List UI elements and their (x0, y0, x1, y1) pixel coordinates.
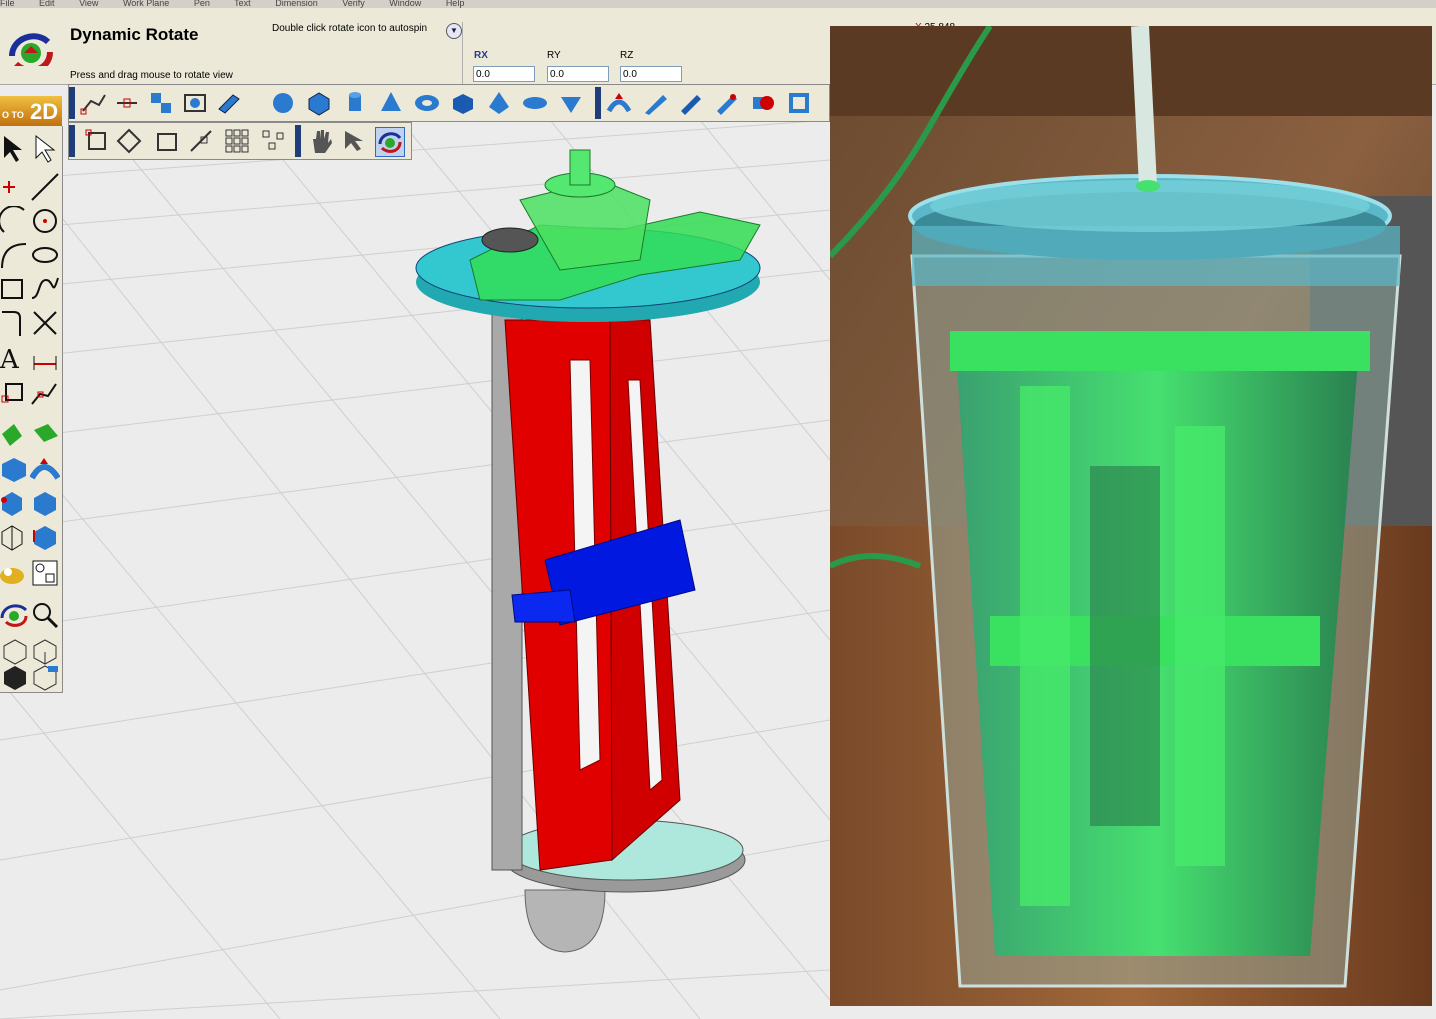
rx-input[interactable] (473, 66, 535, 82)
menu-edit[interactable]: Edit (39, 0, 55, 8)
select-arrow-icon[interactable] (30, 134, 60, 164)
rectangle-icon[interactable] (153, 127, 181, 155)
menu-text[interactable]: Text (234, 0, 251, 8)
pan-hand-icon[interactable] (307, 127, 335, 155)
rz-label: RZ (620, 50, 634, 61)
sphere-icon[interactable] (269, 89, 297, 117)
menu-file[interactable]: File (0, 0, 15, 8)
divider (462, 22, 463, 86)
toolbar-separator (295, 125, 301, 157)
cad-viewport[interactable] (0, 120, 830, 1019)
toolbar-grip[interactable] (69, 87, 75, 119)
bar-icon[interactable] (677, 89, 705, 117)
view-icon[interactable] (30, 558, 60, 588)
scatter-icon[interactable] (259, 127, 287, 155)
ry-label: RY (547, 50, 561, 61)
loft-icon[interactable] (605, 89, 633, 117)
cad-scene (0, 120, 830, 1019)
zoom-icon[interactable] (30, 600, 60, 630)
box-icon[interactable] (305, 89, 333, 117)
screen-icon[interactable] (181, 89, 209, 117)
left-toolbox: A (0, 126, 63, 693)
pyramid-icon[interactable] (485, 89, 513, 117)
rx-label: RX (474, 50, 488, 61)
menu-dimension[interactable]: Dimension (275, 0, 318, 8)
cube-icon[interactable] (0, 488, 30, 518)
move-view-icon[interactable] (341, 127, 369, 155)
menu-window[interactable]: Window (389, 0, 421, 8)
sweep-icon[interactable] (641, 89, 669, 117)
point-icon[interactable] (0, 172, 30, 202)
dimension-icon[interactable] (30, 342, 60, 372)
rectangle-icon[interactable] (0, 274, 30, 304)
box-select-icon[interactable] (0, 378, 30, 408)
ellipsoid-icon[interactable] (521, 89, 549, 117)
wireframe-icon[interactable] (0, 522, 30, 552)
ry-input[interactable] (547, 66, 609, 82)
snap-midpoint-icon[interactable] (113, 89, 141, 117)
select-box-icon[interactable] (83, 127, 111, 155)
section-icon[interactable] (30, 522, 60, 552)
circle-icon[interactable] (30, 206, 60, 236)
iso-view-alt-icon[interactable] (30, 636, 60, 666)
shade-icon[interactable] (0, 664, 30, 694)
text-icon[interactable]: A (0, 342, 30, 372)
rotate-shape-icon[interactable] (115, 127, 143, 155)
ellipse-icon[interactable] (30, 240, 60, 270)
menu-verify[interactable]: Verify (342, 0, 365, 8)
menu-pen[interactable]: Pen (194, 0, 210, 8)
dynamic-rotate-icon[interactable] (375, 127, 405, 157)
block-icon[interactable] (449, 89, 477, 117)
menu-work-plane[interactable]: Work Plane (123, 0, 169, 8)
menu-bar: File Edit View Work Plane Pen Text Dimen… (0, 0, 1436, 8)
arc-icon[interactable] (0, 206, 30, 236)
chamfer-icon[interactable] (713, 89, 741, 117)
modeling-toolbar (68, 84, 830, 122)
pattern-icon[interactable] (187, 127, 215, 155)
edit-solid-icon[interactable] (30, 488, 60, 518)
dynamic-rotate-logo-icon (6, 33, 56, 78)
view-toolbar (68, 122, 412, 160)
surface-icon[interactable] (0, 420, 30, 450)
pointer-icon[interactable] (0, 134, 30, 164)
extrude-icon[interactable] (215, 89, 243, 117)
go-to-2d-prefix: O TO (2, 110, 24, 120)
trim-icon[interactable] (30, 308, 60, 338)
menu-help[interactable]: Help (446, 0, 465, 8)
shell-icon[interactable] (785, 89, 813, 117)
tool-title: Dynamic Rotate (70, 25, 199, 44)
photo-image (830, 26, 1432, 1006)
toolbar-grip[interactable] (69, 125, 75, 157)
tool-hint: Press and drag mouse to rotate view (70, 70, 233, 81)
boolean-icon[interactable] (749, 89, 777, 117)
autospin-hint: Double click rotate icon to autospin (272, 23, 428, 34)
toolbar-separator (595, 87, 601, 119)
node-icon[interactable] (30, 378, 60, 408)
iso-view-icon[interactable] (0, 636, 30, 666)
fillet-icon[interactable] (0, 308, 30, 338)
line-icon[interactable] (30, 172, 60, 202)
printed-part-photo (830, 26, 1432, 1006)
cylinder-icon[interactable] (341, 89, 369, 117)
light-icon[interactable] (0, 558, 30, 588)
autospin-dropdown-button[interactable]: ▼ (446, 23, 462, 39)
rotate-view-icon[interactable] (0, 600, 30, 630)
render-icon[interactable] (30, 664, 60, 694)
go-to-2d-button[interactable]: O TO 2D (0, 96, 62, 126)
spline-icon[interactable] (30, 274, 60, 304)
grid-icon[interactable] (223, 127, 251, 155)
move-icon[interactable] (147, 89, 175, 117)
sweep-solid-icon[interactable] (30, 454, 60, 484)
cone-icon[interactable] (377, 89, 405, 117)
rz-input[interactable] (620, 66, 682, 82)
menu-view[interactable]: View (79, 0, 98, 8)
torus-icon[interactable] (413, 89, 441, 117)
wedge-icon[interactable] (557, 89, 585, 117)
snap-icon[interactable] (79, 89, 107, 117)
go-to-2d-label: 2D (30, 99, 59, 124)
revolve-icon[interactable] (30, 420, 60, 450)
curve-icon[interactable] (0, 240, 30, 270)
svg-text:A: A (0, 345, 20, 372)
solid-icon[interactable] (0, 454, 30, 484)
